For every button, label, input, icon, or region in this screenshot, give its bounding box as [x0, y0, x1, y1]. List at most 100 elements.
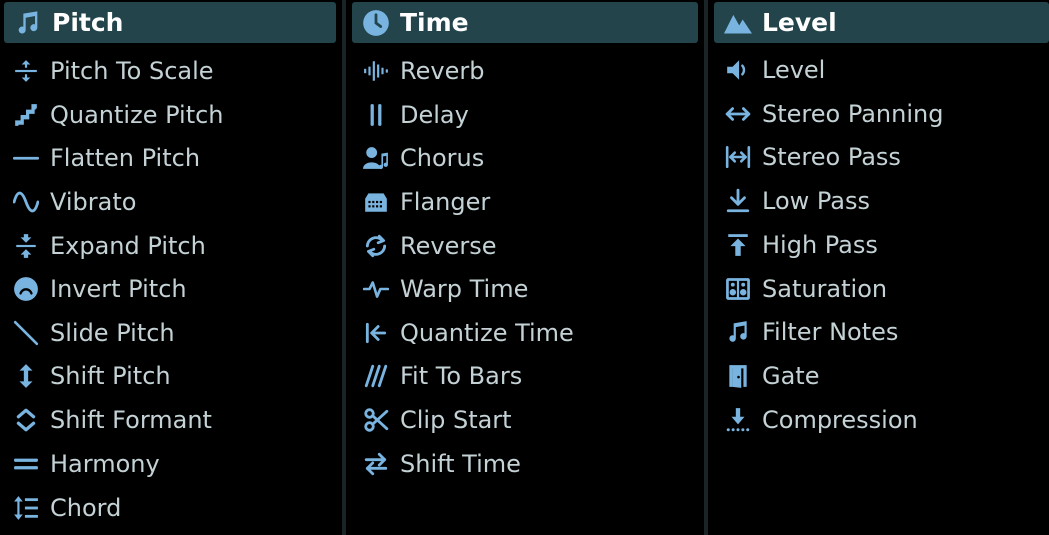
level-item-stereo-panning[interactable]: Stereo Panning — [718, 94, 943, 134]
item-label: Expand Pitch — [50, 232, 206, 260]
item-label: Filter Notes — [762, 318, 899, 346]
item-label: Compression — [762, 406, 918, 434]
waveform-icon — [356, 51, 396, 91]
item-label: Shift Formant — [50, 406, 212, 434]
pitch-item-slide-pitch[interactable]: Slide Pitch — [6, 313, 175, 353]
arrow-to-left-icon — [356, 313, 396, 353]
stairs-icon — [6, 95, 46, 135]
item-label: Stereo Pass — [762, 143, 901, 171]
time-item-flanger[interactable]: Flanger — [356, 182, 490, 222]
item-label: Chorus — [400, 144, 485, 172]
heartbeat-icon — [356, 269, 396, 309]
item-label: Reverse — [400, 232, 497, 260]
equals-icon — [6, 444, 46, 484]
item-label: Quantize Time — [400, 319, 574, 347]
speaker-box-icon — [718, 269, 758, 309]
item-label: Low Pass — [762, 187, 870, 215]
time-item-warp-time[interactable]: Warp Time — [356, 269, 528, 309]
pitch-item-chord[interactable]: Chord — [6, 488, 121, 528]
clock-icon — [360, 7, 392, 39]
time-item-reverse[interactable]: Reverse — [356, 226, 496, 266]
level-item-compression[interactable]: Compression — [718, 400, 918, 440]
item-label: Saturation — [762, 275, 888, 303]
horizontal-line-icon — [6, 138, 46, 178]
time-panel: Time Reverb Delay Chorus Flanger Reverse… — [346, 0, 704, 535]
level-item-high-pass[interactable]: High Pass — [718, 225, 878, 265]
item-label: Quantize Pitch — [50, 101, 224, 129]
item-label: Level — [762, 56, 826, 84]
level-panel: Level Level Stereo Panning Stereo Pass L… — [708, 0, 1049, 535]
time-item-shift-time[interactable]: Shift Time — [356, 444, 521, 484]
mountains-icon — [722, 7, 754, 39]
item-label: Vibrato — [50, 188, 137, 216]
diagonal-line-icon — [6, 313, 46, 353]
left-right-arrow-icon — [718, 94, 758, 134]
pause-bars-icon — [356, 95, 396, 135]
level-item-saturation[interactable]: Saturation — [718, 269, 887, 309]
pitch-item-flatten-pitch[interactable]: Flatten Pitch — [6, 138, 200, 178]
door-open-icon — [718, 356, 758, 396]
time-item-fit-to-bars[interactable]: Fit To Bars — [356, 356, 522, 396]
pitch-item-expand-pitch[interactable]: Expand Pitch — [6, 226, 206, 266]
keyboard-icon — [356, 182, 396, 222]
item-label: Gate — [762, 362, 820, 390]
arrow-down-to-line-icon — [718, 181, 758, 221]
item-label: Flanger — [400, 188, 491, 216]
pitch-item-quantize-pitch[interactable]: Quantize Pitch — [6, 95, 224, 135]
slashes-icon — [356, 356, 396, 396]
item-label: Fit To Bars — [400, 362, 523, 390]
pitch-item-vibrato[interactable]: Vibrato — [6, 182, 136, 222]
item-label: Shift Pitch — [50, 362, 171, 390]
level-item-level[interactable]: Level — [718, 50, 825, 90]
line-height-icon — [6, 488, 46, 528]
item-label: Clip Start — [400, 406, 512, 434]
item-label: Harmony — [50, 450, 160, 478]
pitch-item-invert-pitch[interactable]: Invert Pitch — [6, 269, 187, 309]
pitch-panel: Pitch Pitch To Scale Quantize Pitch Flat… — [0, 0, 342, 535]
item-label: Slide Pitch — [50, 319, 175, 347]
item-label: High Pass — [762, 231, 878, 259]
pitch-item-shift-formant[interactable]: Shift Formant — [6, 400, 212, 440]
vertical-arrows-icon — [6, 356, 46, 396]
exchange-arrows-icon — [356, 444, 396, 484]
pitch-title: Pitch — [52, 8, 124, 37]
pitch-to-scale-icon — [6, 51, 46, 91]
arrow-up-from-line-icon — [718, 225, 758, 265]
item-label: Pitch To Scale — [50, 57, 214, 85]
level-item-low-pass[interactable]: Low Pass — [718, 181, 870, 221]
pitch-header[interactable]: Pitch — [4, 2, 336, 43]
pitch-item-shift-pitch[interactable]: Shift Pitch — [6, 356, 171, 396]
item-label: Warp Time — [400, 275, 529, 303]
chevrons-up-down-icon — [6, 400, 46, 440]
download-dots-icon — [718, 400, 758, 440]
time-item-delay[interactable]: Delay — [356, 95, 469, 135]
user-music-icon — [356, 138, 396, 178]
item-label: Flatten Pitch — [50, 144, 201, 172]
item-label: Shift Time — [400, 450, 521, 478]
music-note-icon — [12, 7, 44, 39]
time-header[interactable]: Time — [352, 2, 698, 43]
item-label: Invert Pitch — [50, 275, 187, 303]
level-item-gate[interactable]: Gate — [718, 356, 819, 396]
level-item-filter-notes[interactable]: Filter Notes — [718, 312, 898, 352]
arrows-between-bars-icon — [718, 137, 758, 177]
speaker-icon — [718, 50, 758, 90]
item-label: Stereo Panning — [762, 100, 944, 128]
scissors-icon — [356, 400, 396, 440]
level-item-stereo-pass[interactable]: Stereo Pass — [718, 137, 901, 177]
time-title: Time — [400, 8, 469, 37]
pitch-item-pitch-to-scale[interactable]: Pitch To Scale — [6, 51, 214, 91]
level-header[interactable]: Level — [714, 2, 1049, 43]
item-label: Chord — [50, 494, 122, 522]
pitch-item-harmony[interactable]: Harmony — [6, 444, 160, 484]
expand-vertical-icon — [6, 226, 46, 266]
time-item-chorus[interactable]: Chorus — [356, 138, 484, 178]
time-item-quantize-time[interactable]: Quantize Time — [356, 313, 574, 353]
wave-icon — [6, 182, 46, 222]
frown-face-icon — [6, 269, 46, 309]
repeat-icon — [356, 226, 396, 266]
time-item-clip-start[interactable]: Clip Start — [356, 400, 512, 440]
item-label: Delay — [400, 101, 469, 129]
time-item-reverb[interactable]: Reverb — [356, 51, 484, 91]
level-title: Level — [762, 8, 837, 37]
